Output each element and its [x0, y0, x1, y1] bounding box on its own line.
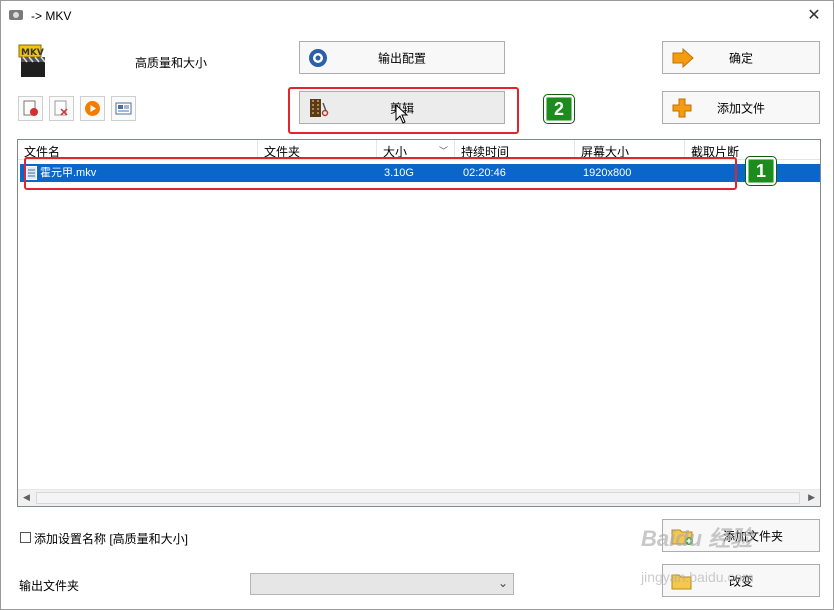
clear-list-tool[interactable] — [49, 96, 74, 121]
change-button[interactable]: 改变 — [662, 564, 820, 597]
play-tool[interactable] — [80, 96, 105, 121]
scroll-thumb[interactable] — [36, 492, 800, 504]
change-label: 改变 — [728, 574, 753, 588]
add-folder-label: 添加文件夹 — [722, 529, 783, 543]
row-highlight — [24, 157, 737, 190]
add-setting-name-checkbox[interactable] — [20, 532, 31, 543]
close-icon: ✕ — [807, 7, 821, 24]
preset-label: 高质量和大小 — [135, 56, 208, 70]
media-info-tool[interactable] — [111, 96, 136, 121]
svg-text:MKV: MKV — [21, 48, 44, 58]
window-title: -> MKV — [31, 9, 72, 23]
output-folder-select[interactable]: ⌄ — [250, 573, 514, 595]
mkv-format-icon: MKV — [18, 44, 48, 78]
add-file-button[interactable]: 添加文件 — [662, 91, 820, 124]
add-folder-button[interactable]: 添加文件夹 — [662, 519, 820, 552]
clear-icon — [54, 100, 68, 116]
add-file-label: 添加文件 — [716, 101, 765, 115]
app-icon — [9, 10, 23, 20]
step-badge-2: 2 — [543, 94, 575, 124]
output-folder-label: 输出文件夹 — [19, 579, 80, 593]
ok-label: 确定 — [728, 51, 753, 65]
play-icon — [85, 101, 100, 116]
main-window: -> MKV ✕ MKV 高质量和大小 输出配置 确定 剪辑 2 添加文件 文件… — [0, 0, 834, 610]
scroll-left-icon[interactable]: ◀ — [23, 492, 30, 503]
scroll-right-icon[interactable]: ▶ — [808, 492, 815, 503]
step-badge-1: 1 — [745, 156, 777, 186]
output-config-label: 输出配置 — [377, 51, 426, 65]
clip-highlight — [288, 87, 519, 134]
output-config-button[interactable]: 输出配置 — [299, 41, 505, 74]
file-list[interactable]: 文件名 文件夹 大小 ﹀ 持续时间 屏幕大小 截取片断 霍元甲.mkv 3.10… — [17, 139, 821, 507]
ok-button[interactable]: 确定 — [662, 41, 820, 74]
remove-icon — [23, 100, 38, 116]
horizontal-scrollbar[interactable]: ◀ ▶ — [18, 489, 820, 506]
title-bar: -> MKV ✕ — [1, 1, 833, 31]
chevron-down-icon: ⌄ — [497, 576, 508, 590]
close-button[interactable]: ✕ — [799, 3, 829, 29]
info-icon — [115, 102, 132, 115]
remove-file-tool[interactable] — [18, 96, 43, 121]
add-setting-name-label: 添加设置名称 [高质量和大小] — [34, 532, 189, 546]
